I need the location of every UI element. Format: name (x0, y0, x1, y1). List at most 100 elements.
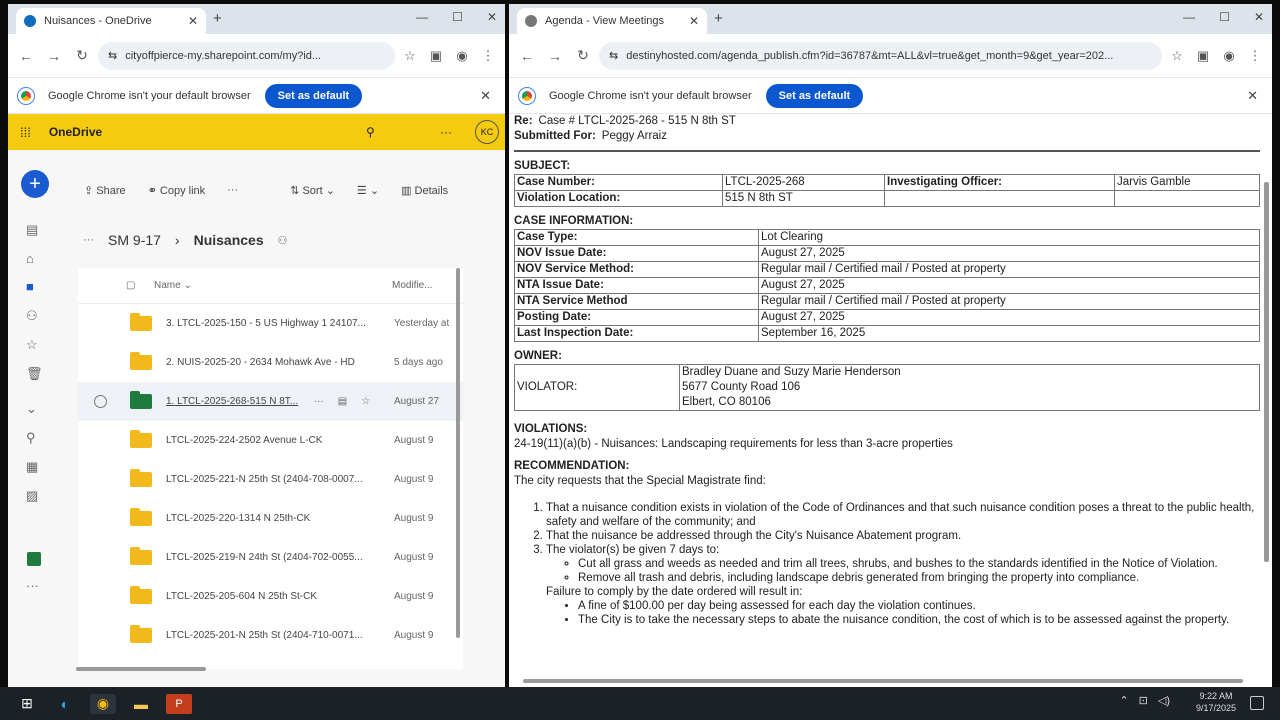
reload-icon[interactable]: ↻ (571, 47, 595, 64)
forward-icon[interactable]: → (42, 48, 66, 64)
favorite-star-icon[interactable]: ☆ (361, 396, 370, 407)
expand-icon[interactable]: ⌄ (26, 401, 37, 417)
search-icon[interactable]: ⚲ (366, 125, 375, 139)
tab-agenda[interactable]: Agenda - View Meetings ✕ (517, 8, 707, 34)
folder-icon (130, 430, 152, 448)
reload-icon[interactable]: ↻ (70, 47, 94, 64)
sidepanel-icon[interactable]: ▣ (425, 48, 447, 64)
url-field[interactable]: ⇆ destinyhosted.com/agenda_publish.cfm?i… (599, 41, 1162, 70)
item-name[interactable]: 2. NUIS-2025-20 - 2634 Mohawk Ave - HD (166, 357, 366, 368)
item-name[interactable]: LTCL-2025-219-N 24th St (2404-702-0055..… (166, 552, 366, 563)
close-icon[interactable]: ✕ (1247, 88, 1258, 104)
more-actions-button[interactable]: ··· (227, 184, 238, 197)
photos-icon[interactable]: ▨ (26, 488, 38, 504)
view-button[interactable]: ☰ ⌄ (357, 184, 379, 197)
favorites-icon[interactable]: ☆ (26, 337, 38, 353)
breadcrumb-more[interactable]: ··· (83, 234, 94, 246)
chrome-icon[interactable]: ◉ (90, 693, 116, 714)
excel-icon[interactable] (27, 552, 41, 566)
my-files-icon[interactable]: ■ (26, 279, 34, 294)
volume-icon[interactable]: ◁) (1158, 694, 1170, 707)
sort-button[interactable]: ⇅ Sort ⌄ (290, 184, 335, 197)
column-modified[interactable]: Modifie... (392, 280, 433, 291)
item-name[interactable]: 3. LTCL-2025-150 - 5 US Highway 1 24107.… (166, 318, 366, 329)
more-icon[interactable]: ··· (314, 396, 324, 407)
more-icon[interactable]: ··· (440, 125, 452, 139)
forward-icon[interactable]: → (543, 48, 567, 64)
app-launcher-icon[interactable]: ⁞⁞⁞ (20, 125, 31, 140)
vertical-scrollbar[interactable] (1264, 182, 1269, 562)
file-explorer-icon[interactable]: ▬ (128, 694, 154, 714)
set-default-button[interactable]: Set as default (264, 83, 363, 108)
list-item[interactable]: 3. LTCL-2025-150 - 5 US Highway 1 24107.… (78, 304, 463, 343)
tab-onedrive[interactable]: Nuisances - OneDrive ✕ (16, 8, 206, 34)
more-apps-icon[interactable]: ··· (26, 578, 39, 593)
site-info-icon[interactable]: ⇆ (609, 49, 618, 62)
home-icon[interactable]: ⌂ (26, 251, 34, 266)
breadcrumb-parent[interactable]: SM 9-17 (108, 232, 161, 248)
menu-icon[interactable]: ⋮ (477, 48, 499, 64)
network-icon[interactable]: ⊡ (1139, 694, 1148, 707)
calendar-icon[interactable]: ▦ (26, 459, 38, 475)
minimize-icon[interactable]: — (1183, 10, 1195, 24)
vertical-scrollbar[interactable] (456, 268, 460, 638)
profile-icon[interactable]: ◉ (1218, 48, 1240, 64)
star-icon[interactable]: ☆ (399, 48, 421, 64)
list-item-selected[interactable]: 1. LTCL-2025-268-515 N 8T... ··· ▤ ☆ Aug… (78, 382, 463, 421)
set-default-button[interactable]: Set as default (765, 83, 864, 108)
item-name[interactable]: LTCL-2025-220-1314 N 25th-CK (166, 513, 366, 524)
share-icon[interactable]: ▤ (338, 396, 347, 407)
item-name[interactable]: LTCL-2025-201-N 25th St (2404-710-0071..… (166, 630, 366, 641)
avatar[interactable]: KC (475, 120, 499, 144)
menu-icon[interactable]: ⋮ (1244, 48, 1266, 64)
item-name[interactable]: 1. LTCL-2025-268-515 N 8T... (166, 396, 306, 407)
maximize-icon[interactable]: ☐ (452, 10, 463, 24)
default-browser-bar: Google Chrome isn't your default browser… (8, 78, 505, 114)
close-window-icon[interactable]: ✕ (487, 10, 497, 24)
windows-start-icon[interactable]: ⊞ (14, 694, 40, 714)
share-button[interactable]: ⇪ Share (84, 184, 126, 197)
close-tab-icon[interactable]: ✕ (188, 14, 198, 28)
shared-icon[interactable]: ⚇ (26, 308, 38, 324)
details-button[interactable]: ▥ Details (401, 184, 448, 197)
close-window-icon[interactable]: ✕ (1254, 10, 1264, 24)
horizontal-scrollbar[interactable] (76, 667, 206, 671)
list-item[interactable]: LTCL-2025-221-N 25th St (2404-708-0007..… (78, 460, 463, 499)
list-item[interactable]: LTCL-2025-219-N 24th St (2404-702-0055..… (78, 538, 463, 577)
list-item[interactable]: 2. NUIS-2025-20 - 2634 Mohawk Ave - HD 5… (78, 343, 463, 382)
close-tab-icon[interactable]: ✕ (689, 14, 699, 28)
horizontal-scrollbar[interactable] (523, 679, 1243, 683)
back-icon[interactable]: ← (515, 48, 539, 64)
site-info-icon[interactable]: ⇆ (108, 49, 117, 62)
select-radio[interactable] (94, 395, 107, 408)
item-name[interactable]: LTCL-2025-224-2502 Avenue L-CK (166, 435, 366, 446)
sidepanel-icon[interactable]: ▣ (1192, 48, 1214, 64)
powerpoint-icon[interactable]: P (166, 693, 192, 714)
list-item[interactable]: LTCL-2025-220-1314 N 25th-CK August 9 (78, 499, 463, 538)
profile-icon[interactable]: ◉ (451, 48, 473, 64)
list-item[interactable]: LTCL-2025-205-604 N 25th St-CK August 9 (78, 577, 463, 616)
minimize-icon[interactable]: — (416, 10, 428, 24)
item-name[interactable]: LTCL-2025-221-N 25th St (2404-708-0007..… (166, 474, 366, 485)
clock[interactable]: 9:22 AM 9/17/2025 (1196, 690, 1236, 714)
column-name[interactable]: Name ⌄ (154, 280, 392, 291)
chevron-up-icon[interactable]: ⌃ (1119, 694, 1128, 707)
list-item[interactable]: LTCL-2025-224-2502 Avenue L-CK August 9 (78, 421, 463, 460)
close-icon[interactable]: ✕ (480, 88, 491, 104)
apps-icon[interactable]: ▤ (26, 222, 38, 238)
back-icon[interactable]: ← (14, 48, 38, 64)
notification-icon[interactable] (1250, 696, 1264, 710)
new-tab-icon[interactable]: + (714, 10, 723, 27)
copy-link-button[interactable]: ⚭ Copy link (148, 184, 206, 197)
star-icon[interactable]: ☆ (1166, 48, 1188, 64)
recycle-bin-icon[interactable]: 🗑 (26, 366, 43, 382)
edge-icon[interactable]: ◐ (52, 694, 78, 714)
app-name[interactable]: OneDrive (49, 125, 102, 139)
new-tab-icon[interactable]: + (213, 10, 222, 27)
people-icon[interactable]: ⚲ (26, 430, 36, 446)
item-name[interactable]: LTCL-2025-205-604 N 25th St-CK (166, 591, 366, 602)
url-field[interactable]: ⇆ cityoffpierce-my.sharepoint.com/my?id.… (98, 41, 395, 70)
maximize-icon[interactable]: ☐ (1219, 10, 1230, 24)
create-button[interactable]: + (21, 170, 49, 198)
list-item[interactable]: LTCL-2025-201-N 25th St (2404-710-0071..… (78, 616, 463, 655)
